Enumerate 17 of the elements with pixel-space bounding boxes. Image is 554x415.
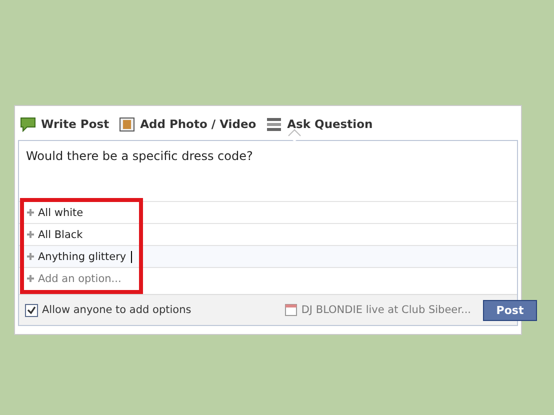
post-button[interactable]: Post bbox=[483, 300, 537, 320]
plus-icon bbox=[27, 275, 34, 282]
checkbox[interactable] bbox=[25, 304, 38, 316]
text-cursor bbox=[131, 250, 132, 262]
option-field[interactable]: Anything glittery bbox=[19, 245, 517, 267]
composer-tab[interactable]: Add Photo / Video bbox=[119, 116, 256, 132]
plus-icon bbox=[27, 231, 34, 238]
checkbox-label: Allow anyone to add options bbox=[42, 304, 192, 316]
photo-icon bbox=[119, 116, 136, 132]
event-link[interactable]: DJ BLONDIE live at Club Sibeer... bbox=[301, 304, 471, 316]
question-field[interactable]: Would there be a specific dress code? bbox=[19, 141, 517, 201]
plus-icon bbox=[27, 209, 34, 216]
speech-bubble-icon bbox=[20, 116, 36, 132]
calendar-icon bbox=[285, 304, 298, 316]
plus-icon bbox=[27, 253, 34, 260]
list-icon bbox=[266, 116, 282, 132]
composer-tab[interactable]: Write Post bbox=[20, 116, 110, 132]
